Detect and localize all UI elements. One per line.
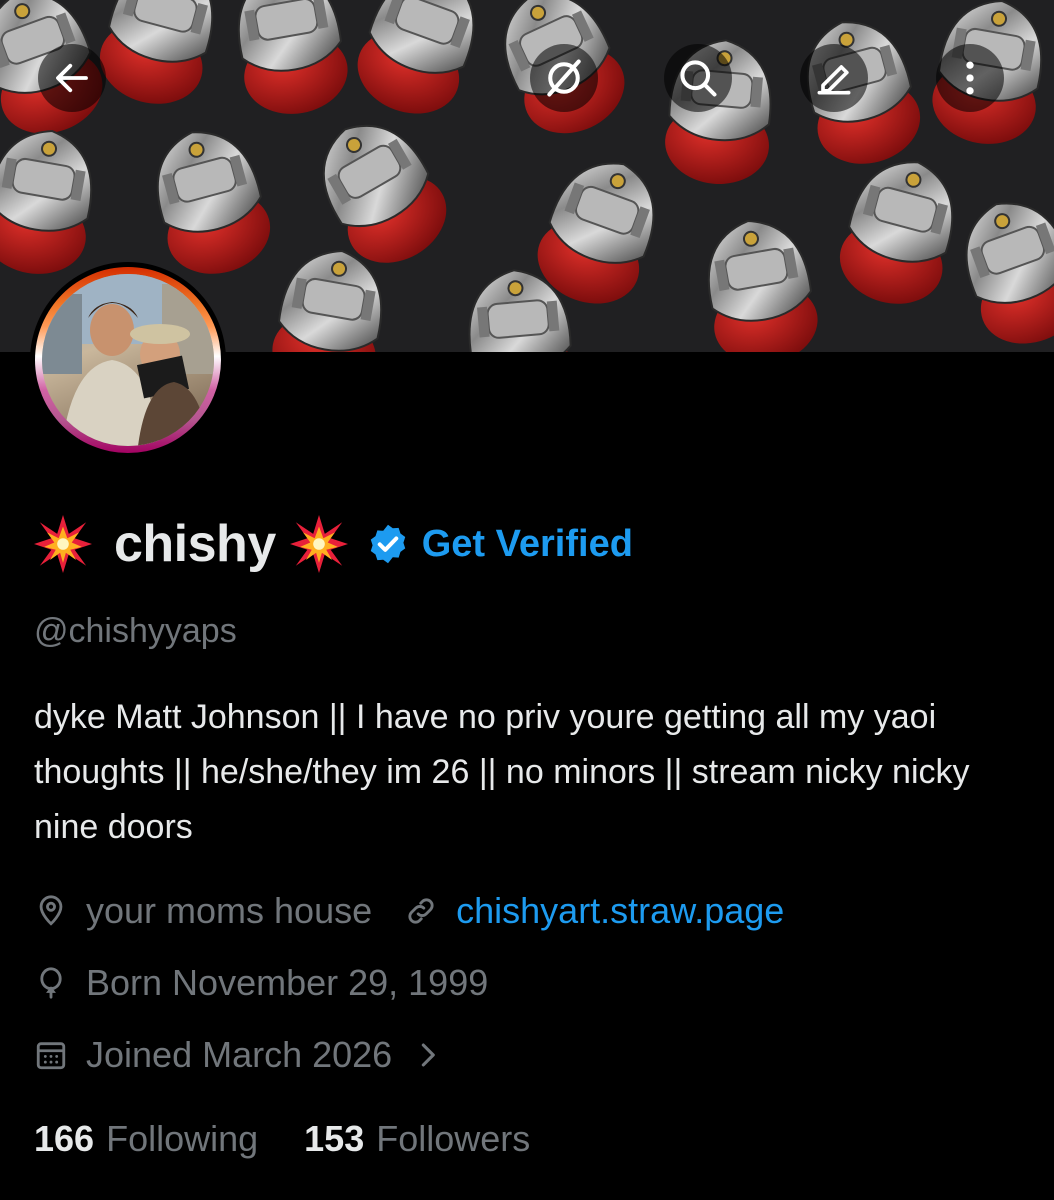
search-button[interactable] bbox=[664, 44, 732, 112]
followers-label: Followers bbox=[376, 1118, 531, 1159]
arrow-left-icon bbox=[56, 63, 88, 93]
profile-meta-row[interactable]: Joined March 2026 bbox=[34, 1034, 442, 1076]
more-vertical-icon bbox=[966, 61, 974, 95]
display-name: chishy bbox=[114, 515, 276, 573]
location-text: your moms house bbox=[86, 890, 373, 931]
avatar-photo bbox=[42, 274, 214, 446]
profile-name-row: chishy Get Verified bbox=[34, 508, 633, 580]
follow-stats: 166 Following 153 Followers bbox=[34, 1118, 576, 1160]
following-count: 166 bbox=[34, 1118, 95, 1159]
profile-meta-row: Born November 29, 1999 bbox=[34, 962, 488, 1004]
followers-count: 153 bbox=[304, 1118, 365, 1159]
chevron-right-icon bbox=[421, 1043, 436, 1067]
edit-icon bbox=[817, 65, 851, 95]
profile-bio: dyke Matt Johnson || I have no priv your… bbox=[34, 698, 970, 846]
edit-profile-button[interactable] bbox=[800, 44, 868, 112]
joined-date: Joined March 2026 bbox=[86, 1034, 393, 1075]
calendar-icon bbox=[36, 1042, 66, 1070]
avatar[interactable] bbox=[30, 262, 226, 458]
following-label: Following bbox=[106, 1118, 259, 1159]
verified-badge-icon[interactable] bbox=[366, 522, 410, 566]
more-options-button[interactable] bbox=[936, 44, 1004, 112]
followers-link[interactable]: 153 Followers bbox=[304, 1118, 530, 1160]
location-pin-icon bbox=[39, 895, 63, 926]
back-button[interactable] bbox=[38, 44, 106, 112]
link-icon bbox=[408, 898, 434, 924]
grok-button[interactable] bbox=[530, 44, 598, 112]
balloon-icon bbox=[40, 967, 62, 999]
collision-emoji-icon bbox=[34, 515, 92, 573]
website-link[interactable]: chishyart.straw.page bbox=[456, 890, 784, 932]
search-icon bbox=[680, 60, 717, 97]
get-verified-link[interactable]: Get Verified bbox=[422, 523, 633, 566]
grok-icon bbox=[547, 59, 581, 97]
profile-handle: @chishyyaps bbox=[34, 612, 237, 650]
avatar-ring bbox=[35, 267, 221, 453]
following-link[interactable]: 166 Following bbox=[34, 1118, 258, 1160]
collision-emoji-icon bbox=[289, 515, 348, 573]
birth-date: Born November 29, 1999 bbox=[86, 962, 489, 1003]
profile-meta-row: your moms house chishyart.straw.page bbox=[34, 890, 784, 932]
